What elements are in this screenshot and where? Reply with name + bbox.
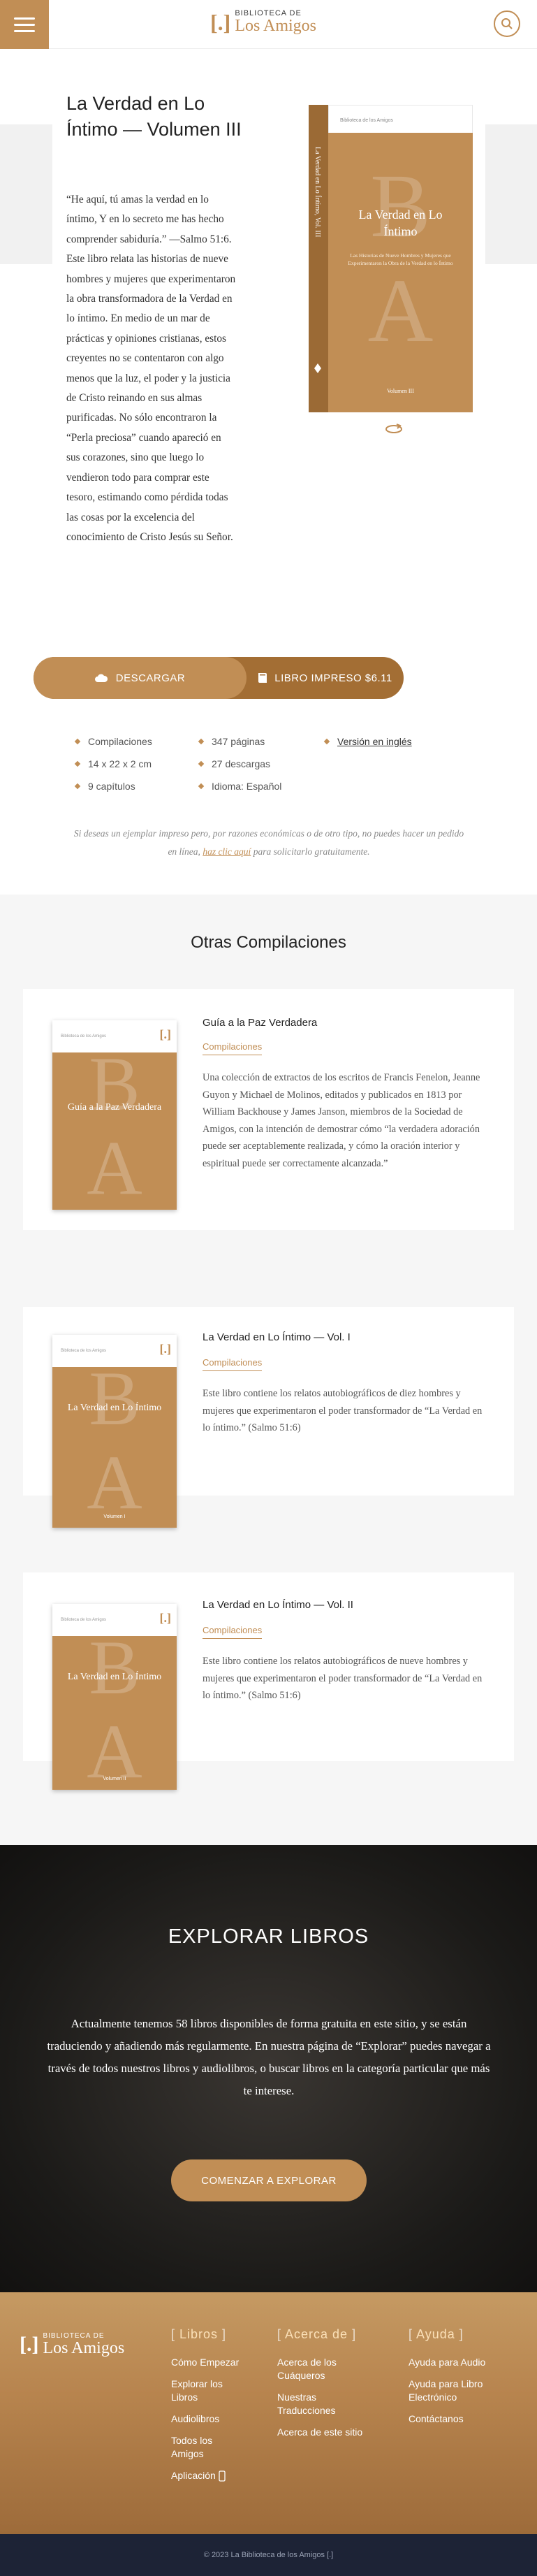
- cover-title: La Verdad en Lo Íntimo: [358, 208, 443, 238]
- note-text-end: para solicitarlo gratuitamente.: [251, 846, 370, 857]
- footer-link-app[interactable]: Aplicación: [171, 2469, 262, 2482]
- search-icon: [501, 18, 513, 29]
- cover-volume: Volumen I: [103, 1514, 126, 1519]
- fact-size: 14 x 22 x 2 cm: [75, 753, 152, 775]
- footer-link-label: Aplicación: [171, 2470, 216, 2481]
- footer-link[interactable]: Ayuda para Audio: [409, 2356, 513, 2369]
- footer-col-title: Libros: [179, 2327, 219, 2341]
- footer-logo-mark: [.]: [20, 2333, 39, 2356]
- cover-title: La Verdad en Lo Íntimo: [67, 1672, 162, 1682]
- book-cover-panel: B A La Verdad en Lo Íntimo Las Historias…: [328, 133, 473, 412]
- purchase-button-bar: DESCARGAR LIBRO IMPRESO $6.11: [34, 657, 404, 699]
- menu-icon-line: [14, 17, 35, 20]
- cover-body: B A La Verdad en Lo Íntimo Volumen I: [52, 1367, 177, 1528]
- compilation-category[interactable]: Compilaciones: [203, 1625, 263, 1639]
- site-header: [.] BIBLIOTECA DE Los Amigos: [0, 0, 537, 49]
- book-spine-text: La Verdad en Lo Íntimo, Vol. III: [314, 147, 321, 238]
- compilation-description: Este libro contiene los relatos autobiog…: [203, 1388, 483, 1433]
- cover-small-text: Biblioteca de los Amigos: [61, 1034, 107, 1039]
- explore-text: Actualmente tenemos 58 libros disponible…: [47, 2017, 491, 2097]
- cloud-download-icon: [94, 674, 108, 682]
- cover-volume: Volumen III: [387, 388, 414, 394]
- book-facts-col2: 347 páginas 27 descargas Idioma: Español: [199, 730, 281, 797]
- compilation-title[interactable]: Guía a la Paz Verdadera: [203, 1017, 317, 1029]
- footer-link[interactable]: Explorar los Libros: [171, 2378, 241, 2404]
- site-logo[interactable]: [.] BIBLIOTECA DE Los Amigos: [210, 9, 316, 35]
- fact-chapters: 9 capítulos: [75, 775, 152, 797]
- cover-small-text: Biblioteca de los Amigos: [61, 1618, 107, 1622]
- cover-title: La Verdad en Lo Íntimo: [67, 1403, 162, 1413]
- footer-link[interactable]: Acerca de este sitio: [277, 2426, 368, 2439]
- menu-icon-line: [14, 23, 35, 26]
- compilation-category[interactable]: Compilaciones: [203, 1041, 263, 1055]
- book-top-text: Biblioteca de los Amigos: [340, 118, 393, 123]
- fact-downloads: 27 descargas: [199, 753, 281, 775]
- compilation-cover[interactable]: Biblioteca de los Amigos [.] B A La Verda…: [52, 1604, 177, 1790]
- start-exploring-button[interactable]: COMENZAR A EXPLORAR: [171, 2159, 367, 2201]
- cover-body: B A Guía a la Paz Verdadera: [52, 1052, 177, 1210]
- cover-small-text: Biblioteca de los Amigos: [61, 1349, 107, 1353]
- cover-body: B A La Verdad en Lo Íntimo Volumen II: [52, 1636, 177, 1790]
- compilation-cover[interactable]: Biblioteca de los Amigos [.] B A La Verda…: [52, 1335, 177, 1528]
- print-book-button[interactable]: LIBRO IMPRESO $6.11: [247, 657, 404, 699]
- cover-logo-mark: [.]: [159, 1342, 172, 1356]
- logo-main-text: Los Amigos: [235, 17, 316, 35]
- logo-mark: [.]: [210, 9, 231, 35]
- compilation-category[interactable]: Compilaciones: [203, 1357, 263, 1371]
- footer-link[interactable]: Todos los Amigos: [171, 2434, 227, 2461]
- english-version-link[interactable]: Versión en inglés: [337, 730, 412, 753]
- footer-col-books: [ Libros ] Cómo Empezar Explorar los Lib…: [171, 2327, 262, 2491]
- copyright-text: © 2023 La Biblioteca de los Amigos [.]: [203, 2551, 334, 2559]
- click-here-link[interactable]: haz clic aquí: [203, 846, 251, 857]
- copyright-bar: © 2023 La Biblioteca de los Amigos [.]: [0, 2534, 537, 2576]
- cover-letter-a: A: [87, 1125, 142, 1210]
- book-title: La Verdad en Lo Íntimo — Volumen III: [66, 93, 242, 140]
- footer-link[interactable]: Nuestras Traducciones: [277, 2391, 354, 2417]
- footer-logo-main: Los Amigos: [43, 2339, 125, 2357]
- cover-logo-mark: [.]: [159, 1027, 172, 1041]
- other-compilations-title: Otras Compilaciones: [191, 933, 346, 952]
- footer-link[interactable]: Ayuda para Libro Electrónico: [409, 2378, 506, 2404]
- compilation-description: Una colección de extractos de los escrit…: [203, 1072, 480, 1169]
- book-3d-cover[interactable]: La Verdad en Lo Íntimo, Vol. III Bibliot…: [309, 105, 473, 412]
- footer-col-title: Ayuda: [416, 2327, 455, 2341]
- fact-category: Compilaciones: [75, 730, 152, 753]
- cover-subtitle: Las Historias de Nueve Hombres y Mujeres…: [348, 252, 453, 266]
- compilation-description: Este libro contiene los relatos autobiog…: [203, 1656, 483, 1701]
- explore-title: EXPLORAR LIBROS: [168, 1925, 369, 1948]
- cover-emblem-icon: [314, 363, 321, 373]
- cover-letter-a: A: [87, 1440, 142, 1525]
- cover-logo-mark: [.]: [159, 1611, 172, 1625]
- book-icon: [258, 673, 267, 683]
- cover-title: Guía a la Paz Verdadera: [67, 1102, 162, 1113]
- cover-letter-a: A: [367, 261, 434, 361]
- compilation-cover[interactable]: Biblioteca de los Amigos [.] B A Guía a l…: [52, 1020, 177, 1210]
- menu-button[interactable]: [0, 0, 49, 49]
- compilation-title[interactable]: La Verdad en Lo Íntimo — Vol. II: [203, 1599, 353, 1611]
- download-label: DESCARGAR: [115, 672, 186, 684]
- compilation-title[interactable]: La Verdad en Lo Íntimo — Vol. I: [203, 1331, 351, 1343]
- footer-link[interactable]: Acerca de los Cuáqueros: [277, 2356, 354, 2382]
- fact-pages: 347 páginas: [199, 730, 281, 753]
- free-copy-note: Si deseas un ejemplar impreso pero, por …: [70, 825, 468, 861]
- print-book-label: LIBRO IMPRESO $6.11: [274, 672, 392, 684]
- footer-col-title: Acerca de: [285, 2327, 348, 2341]
- rotate-book-icon[interactable]: [384, 424, 404, 435]
- book-facts-col3: Versión en inglés: [325, 730, 412, 753]
- fact-language: Idioma: Español: [199, 775, 281, 797]
- menu-icon-line: [14, 29, 35, 32]
- footer-link[interactable]: Cómo Empezar: [171, 2356, 262, 2369]
- footer-logo[interactable]: [.] BIBLIOTECA DE Los Amigos: [20, 2333, 124, 2357]
- footer-link[interactable]: Audiolibros: [171, 2412, 262, 2426]
- book-facts-col1: Compilaciones 14 x 22 x 2 cm 9 capítulos: [75, 730, 152, 797]
- search-button[interactable]: [494, 10, 520, 37]
- book-description: “He aquí, tú amas la verdad en lo íntimo…: [66, 194, 236, 543]
- cover-volume: Volumen II: [103, 1777, 126, 1781]
- footer-link[interactable]: Contáctanos: [409, 2412, 513, 2426]
- footer-col-help: [ Ayuda ] Ayuda para Audio Ayuda para Li…: [409, 2327, 513, 2434]
- phone-icon: [219, 2470, 226, 2482]
- download-button[interactable]: DESCARGAR: [34, 657, 247, 699]
- footer-col-about: [ Acerca de ] Acerca de los Cuáqueros Nu…: [277, 2327, 368, 2447]
